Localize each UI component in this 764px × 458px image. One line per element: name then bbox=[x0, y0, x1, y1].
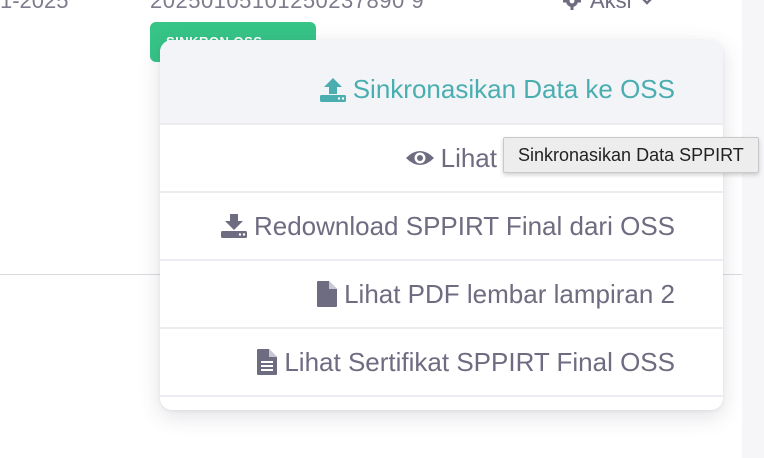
menu-item-redownload[interactable]: Redownload SPPIRT Final dari OSS bbox=[160, 193, 723, 261]
menu-item-label: Lihat Sertifikat SPPIRT Final OSS bbox=[284, 346, 675, 377]
aksi-dropdown-menu: Sinkronasikan Data ke OSS Lihat Redownlo… bbox=[160, 40, 723, 410]
row-id-cell: 20250105101250237890 9 bbox=[150, 0, 425, 13]
menu-item-sync-oss[interactable]: Sinkronasikan Data ke OSS bbox=[160, 40, 723, 125]
eye-icon bbox=[405, 148, 435, 168]
menu-item-label: Redownload SPPIRT Final dari OSS bbox=[253, 210, 675, 241]
chevron-down-icon bbox=[640, 0, 654, 6]
tooltip: Sinkronasikan Data SPPIRT bbox=[503, 137, 759, 173]
menu-item-pdf-lampiran[interactable]: Lihat PDF lembar lampiran 2 bbox=[160, 261, 723, 329]
aksi-dropdown-button[interactable]: Aksi bbox=[562, 0, 654, 14]
aksi-label: Aksi bbox=[590, 0, 632, 13]
upload-tray-icon bbox=[319, 77, 347, 103]
menu-item-label: Lihat bbox=[440, 142, 497, 173]
page-gutter bbox=[742, 0, 764, 458]
gear-icon bbox=[562, 0, 582, 11]
file-icon bbox=[316, 280, 338, 308]
menu-item-label: Lihat PDF lembar lampiran 2 bbox=[344, 278, 675, 309]
row-date-cell: 1-2025 bbox=[0, 0, 69, 13]
file-text-icon bbox=[256, 348, 278, 376]
download-tray-icon bbox=[220, 213, 248, 239]
menu-item-sertifikat[interactable]: Lihat Sertifikat SPPIRT Final OSS bbox=[160, 329, 723, 397]
page: 1-2025 20250105101250237890 9 Aksi SINKR… bbox=[0, 0, 764, 458]
menu-item-label: Sinkronasikan Data ke OSS bbox=[352, 74, 675, 104]
